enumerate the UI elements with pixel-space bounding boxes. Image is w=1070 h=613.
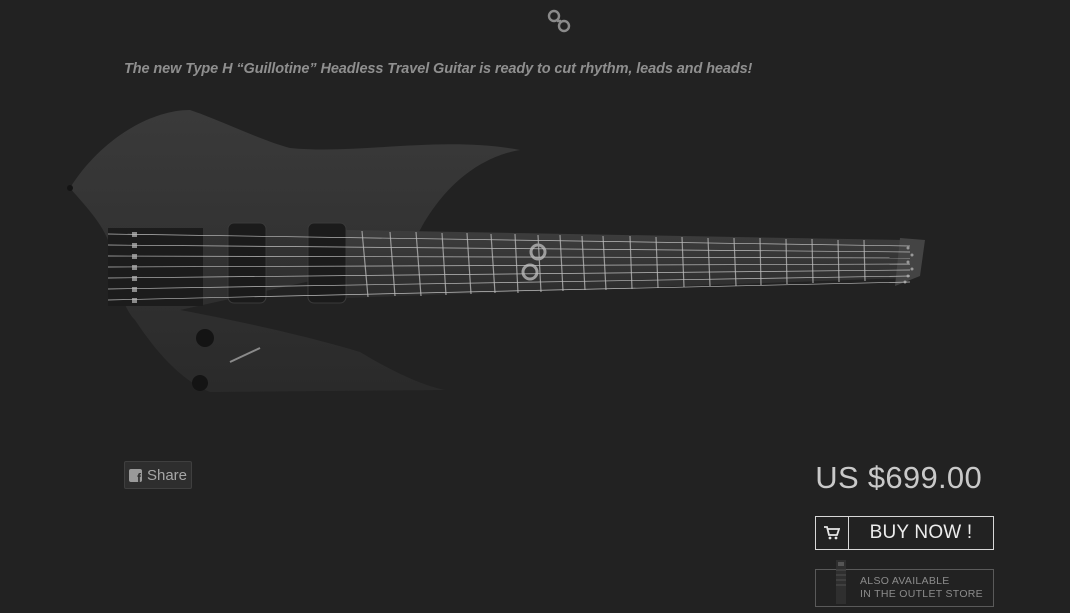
buy-now-label: BUY NOW ! bbox=[869, 522, 973, 543]
brand-logo-icon[interactable] bbox=[545, 6, 573, 36]
guitar-image bbox=[67, 110, 925, 392]
guitar-headpiece bbox=[895, 238, 925, 286]
share-label: Share bbox=[146, 466, 188, 484]
facebook-icon: f bbox=[128, 468, 142, 482]
outlet-line-1: ALSO AVAILABLE bbox=[860, 575, 950, 587]
outlet-store-button[interactable]: ALSO AVAILABLE IN THE OUTLET STORE bbox=[815, 560, 994, 607]
facebook-share-button[interactable]: f Share bbox=[124, 461, 192, 489]
guitar-thumbnail-icon bbox=[836, 560, 846, 604]
product-price: US $699.00 bbox=[815, 460, 982, 495]
outlet-line-2: IN THE OUTLET STORE bbox=[860, 588, 983, 600]
product-tagline: The new Type H “Guillotine” Headless Tra… bbox=[124, 61, 753, 77]
buy-now-button[interactable]: BUY NOW ! bbox=[815, 516, 994, 550]
cart-icon bbox=[816, 517, 849, 549]
